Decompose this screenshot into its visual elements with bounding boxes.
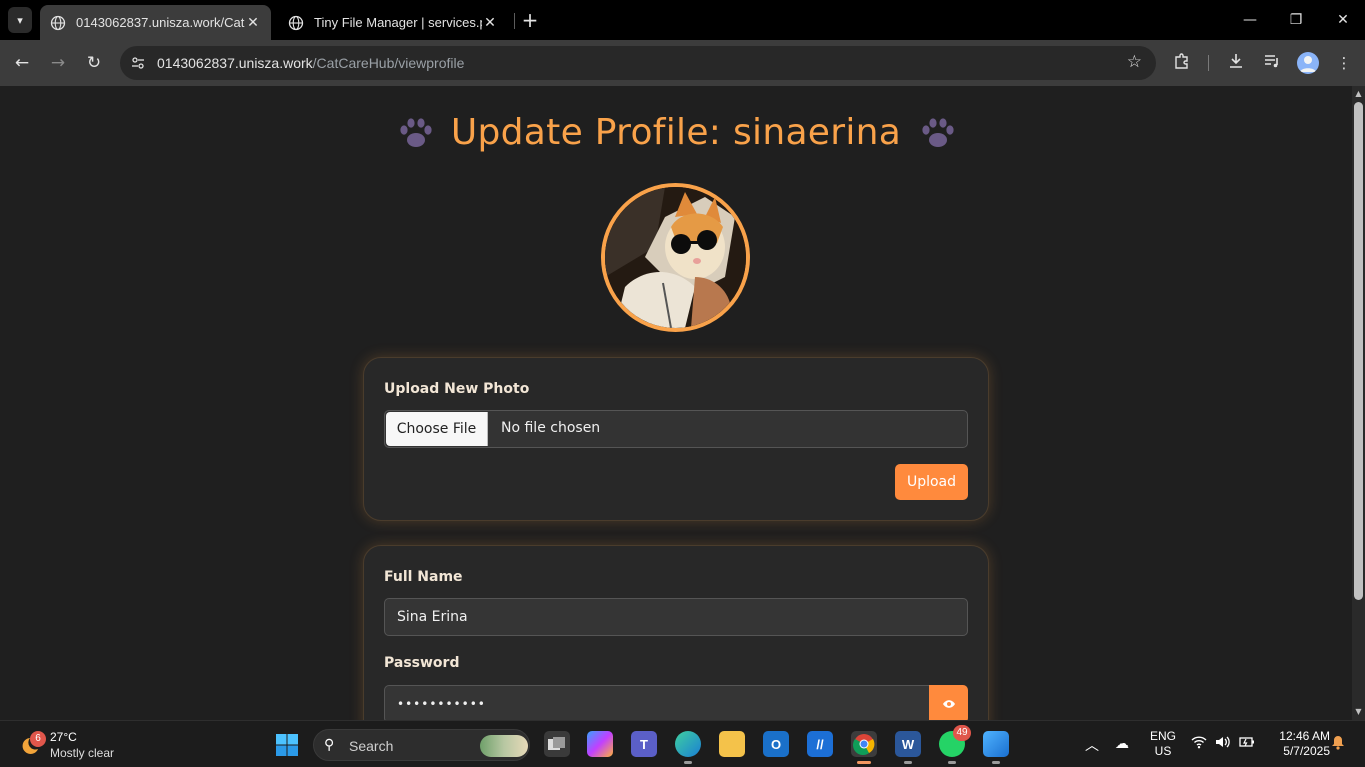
notification-bell-icon[interactable] — [1331, 735, 1345, 753]
onedrive-icon[interactable]: ☁ — [1115, 735, 1129, 752]
photos-icon[interactable] — [983, 731, 1009, 764]
forward-arrow-icon[interactable]: → — [47, 52, 69, 74]
teams-icon[interactable]: T — [631, 731, 657, 757]
file-status-text: No file chosen — [501, 420, 601, 436]
clock-time: 12:46 AM — [1279, 729, 1330, 743]
full-name-label: Full Name — [384, 569, 463, 585]
new-tab-plus-icon[interactable]: + — [520, 10, 540, 30]
toolbar-divider — [1208, 55, 1209, 71]
choose-file-button[interactable]: Choose File — [386, 412, 488, 446]
language-indicator[interactable]: ENG US — [1148, 729, 1178, 759]
show-hidden-icons-chevron-icon[interactable]: ︿ — [1085, 735, 1099, 755]
weather-badge: 6 — [30, 731, 46, 747]
minimize-icon[interactable]: — — [1240, 10, 1260, 30]
running-indicator — [948, 761, 956, 764]
whatsapp-badge: 49 — [953, 725, 971, 741]
tab-title: Tiny File Manager | services.php — [314, 15, 482, 30]
page-scrollbar[interactable]: ▲ ▼ — [1352, 86, 1365, 720]
taskbar-search[interactable]: ⚲ Search — [313, 729, 530, 761]
upload-button[interactable]: Upload — [895, 464, 968, 500]
search-highlight-image — [480, 735, 528, 757]
volume-icon[interactable] — [1215, 735, 1231, 752]
page-title: Update Profile: sinaerina — [0, 112, 1352, 153]
chrome-icon[interactable] — [851, 731, 877, 764]
language-region: US — [1154, 744, 1172, 758]
restore-icon[interactable]: ❐ — [1286, 10, 1306, 30]
paw-icon — [400, 118, 432, 147]
running-indicator — [992, 761, 1000, 764]
scrollbar-thumb[interactable] — [1354, 102, 1363, 600]
task-view-icon[interactable] — [544, 731, 570, 757]
show-password-button[interactable] — [929, 685, 968, 720]
globe-icon — [288, 15, 304, 30]
outlook-icon[interactable]: O — [763, 731, 789, 757]
bookmark-star-icon[interactable]: ☆ — [1127, 52, 1142, 72]
address-bar[interactable]: 0143062837.unisza.work/CatCareHub/viewpr… — [120, 46, 1156, 80]
windows-taskbar: 6 27°C Mostly clear ⚲ Search T O // W 49… — [0, 720, 1365, 767]
clock-date: 5/7/2025 — [1283, 744, 1330, 758]
site-info-icon[interactable] — [130, 55, 146, 71]
page-viewport: Update Profile: sinaerina Upload New Pho… — [0, 86, 1352, 720]
url-text: 0143062837.unisza.work/CatCareHub/viewpr… — [157, 55, 464, 71]
browser-toolbar: ← → ↻ 0143062837.unisza.work/CatCareHub/… — [0, 40, 1365, 86]
eye-icon — [942, 700, 955, 708]
word-icon[interactable]: W — [895, 731, 921, 764]
back-arrow-icon[interactable]: ← — [11, 52, 33, 74]
tab-close-icon[interactable]: ✕ — [245, 14, 261, 31]
running-indicator — [684, 761, 692, 764]
weather-widget[interactable]: 6 27°C Mostly clear — [16, 727, 136, 763]
windows-start-icon[interactable] — [275, 733, 299, 757]
media-control-icon[interactable] — [1261, 52, 1283, 74]
page-title-text: Update Profile: sinaerina — [450, 112, 902, 153]
extensions-puzzle-icon[interactable] — [1171, 52, 1193, 74]
reload-icon[interactable]: ↻ — [83, 52, 105, 74]
app-icon[interactable]: // — [807, 731, 833, 757]
globe-icon — [50, 15, 66, 30]
paw-icon — [922, 118, 954, 147]
menu-kebab-icon[interactable]: ⋮ — [1333, 52, 1355, 74]
search-icon: ⚲ — [324, 737, 335, 753]
password-input[interactable]: ••••••••••• — [384, 685, 929, 720]
tab-tiny-file-manager[interactable]: Tiny File Manager | services.php ✕ — [278, 5, 508, 40]
scroll-up-arrow-icon[interactable]: ▲ — [1354, 90, 1363, 98]
tab-close-icon[interactable]: ✕ — [482, 14, 498, 31]
tab-search-chevron-icon[interactable]: ▾ — [8, 7, 32, 33]
tab-divider — [514, 13, 515, 29]
profile-photo — [601, 183, 750, 332]
url-host: 0143062837.unisza.work — [157, 55, 313, 71]
active-indicator — [857, 761, 871, 764]
full-name-input[interactable]: Sina Erina — [384, 598, 968, 636]
browser-tab-bar: ▾ 0143062837.unisza.work/CatCareHub/view… — [0, 0, 1365, 40]
battery-icon[interactable] — [1239, 735, 1255, 752]
profile-form-card: Full Name Sina Erina Password ••••••••••… — [363, 545, 989, 720]
upload-photo-card: Upload New Photo Choose File No file cho… — [363, 357, 989, 521]
language-code: ENG — [1149, 729, 1176, 743]
profile-avatar-icon[interactable] — [1297, 52, 1319, 74]
scroll-down-arrow-icon[interactable]: ▼ — [1354, 708, 1363, 716]
copilot-icon[interactable] — [587, 731, 613, 757]
url-path: /CatCareHub/viewprofile — [312, 55, 465, 71]
wifi-icon[interactable] — [1191, 735, 1207, 752]
password-label: Password — [384, 655, 460, 671]
edge-icon[interactable] — [675, 731, 701, 764]
upload-photo-label: Upload New Photo — [384, 381, 530, 397]
download-icon[interactable] — [1225, 52, 1247, 74]
whatsapp-icon[interactable]: 49 — [939, 725, 971, 764]
search-label: Search — [349, 738, 394, 754]
photo-file-input[interactable]: Choose File No file chosen — [384, 410, 968, 448]
weather-temperature: 27°C — [50, 730, 77, 744]
weather-condition: Mostly clear — [50, 746, 115, 760]
running-indicator — [904, 761, 912, 764]
file-explorer-icon[interactable] — [719, 731, 745, 757]
system-clock[interactable]: 12:46 AM 5/7/2025 — [1266, 729, 1330, 759]
tab-viewprofile[interactable]: 0143062837.unisza.work/CatCareHub/viewpr… — [40, 5, 271, 40]
window-close-icon[interactable]: ✕ — [1333, 10, 1353, 30]
tab-title: 0143062837.unisza.work/CatCareHub/viewpr… — [76, 15, 245, 30]
